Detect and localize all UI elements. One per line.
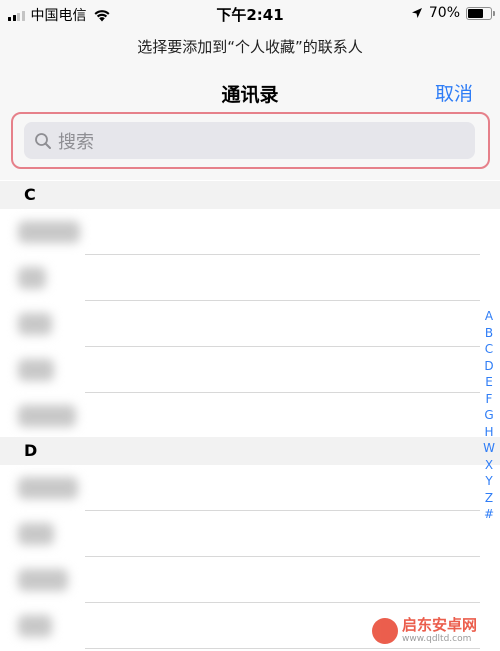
contact-name-blurred: [18, 359, 54, 381]
status-right: 70%: [411, 5, 495, 21]
index-letter[interactable]: X: [485, 457, 493, 474]
index-letter[interactable]: E: [485, 374, 493, 391]
battery-percent: 70%: [428, 5, 460, 21]
index-letter[interactable]: Z: [485, 490, 493, 507]
section-index[interactable]: A B C D E F G H W X Y Z #: [482, 308, 496, 523]
section-letter: D: [24, 441, 38, 460]
contact-row[interactable]: [0, 209, 480, 255]
search-highlight-box: 搜索: [11, 112, 490, 169]
row-divider: [85, 648, 480, 649]
contact-name-blurred: [18, 523, 54, 545]
index-letter[interactable]: Y: [485, 473, 492, 490]
contact-row[interactable]: [0, 347, 480, 393]
index-letter[interactable]: #: [484, 506, 494, 523]
section-letter: C: [24, 185, 36, 204]
battery-icon: [466, 6, 495, 20]
picker-header: 选择要添加到“个人收藏”的联系人 通讯录 取消 搜索: [0, 28, 500, 180]
contact-row[interactable]: [0, 255, 480, 301]
location-arrow-icon: [411, 8, 422, 18]
contact-row[interactable]: [0, 465, 480, 511]
cancel-button[interactable]: 取消: [435, 79, 473, 106]
search-placeholder: 搜索: [58, 131, 94, 153]
watermark-title: 启东安卓网: [402, 616, 478, 634]
index-letter[interactable]: W: [483, 440, 495, 457]
contact-name-blurred: [18, 477, 78, 499]
index-letter[interactable]: A: [485, 308, 493, 325]
picker-prompt: 选择要添加到“个人收藏”的联系人: [137, 38, 363, 56]
status-bar: 中国电信 下午2:41 70%: [0, 0, 500, 28]
page-title: 通讯录: [221, 84, 279, 106]
watermark-logo-icon: [372, 618, 398, 644]
contact-name-blurred: [18, 569, 68, 591]
index-letter[interactable]: H: [484, 424, 493, 441]
contact-row[interactable]: [0, 557, 480, 603]
index-letter[interactable]: C: [485, 341, 493, 358]
watermark: 启东安卓网 www.qdltd.com: [372, 617, 477, 645]
index-letter[interactable]: G: [484, 407, 493, 424]
contact-name-blurred: [18, 313, 52, 335]
index-letter[interactable]: D: [484, 358, 493, 375]
contact-row[interactable]: [0, 511, 480, 557]
contact-name-blurred: [18, 221, 80, 243]
battery-fill: [468, 8, 484, 18]
contact-name-blurred: [18, 615, 52, 637]
contact-row[interactable]: [0, 393, 480, 439]
watermark-url: www.qdltd.com: [402, 634, 472, 644]
watermark-text: 启东安卓网 www.qdltd.com: [402, 617, 477, 645]
contact-row[interactable]: [0, 301, 480, 347]
section-header: C: [0, 181, 500, 209]
index-letter[interactable]: F: [486, 391, 493, 408]
section-header: D: [0, 437, 500, 465]
contact-name-blurred: [18, 405, 76, 427]
search-input[interactable]: 搜索: [24, 122, 475, 159]
search-icon: [35, 132, 51, 149]
index-letter[interactable]: B: [485, 325, 493, 342]
contact-name-blurred: [18, 267, 46, 289]
